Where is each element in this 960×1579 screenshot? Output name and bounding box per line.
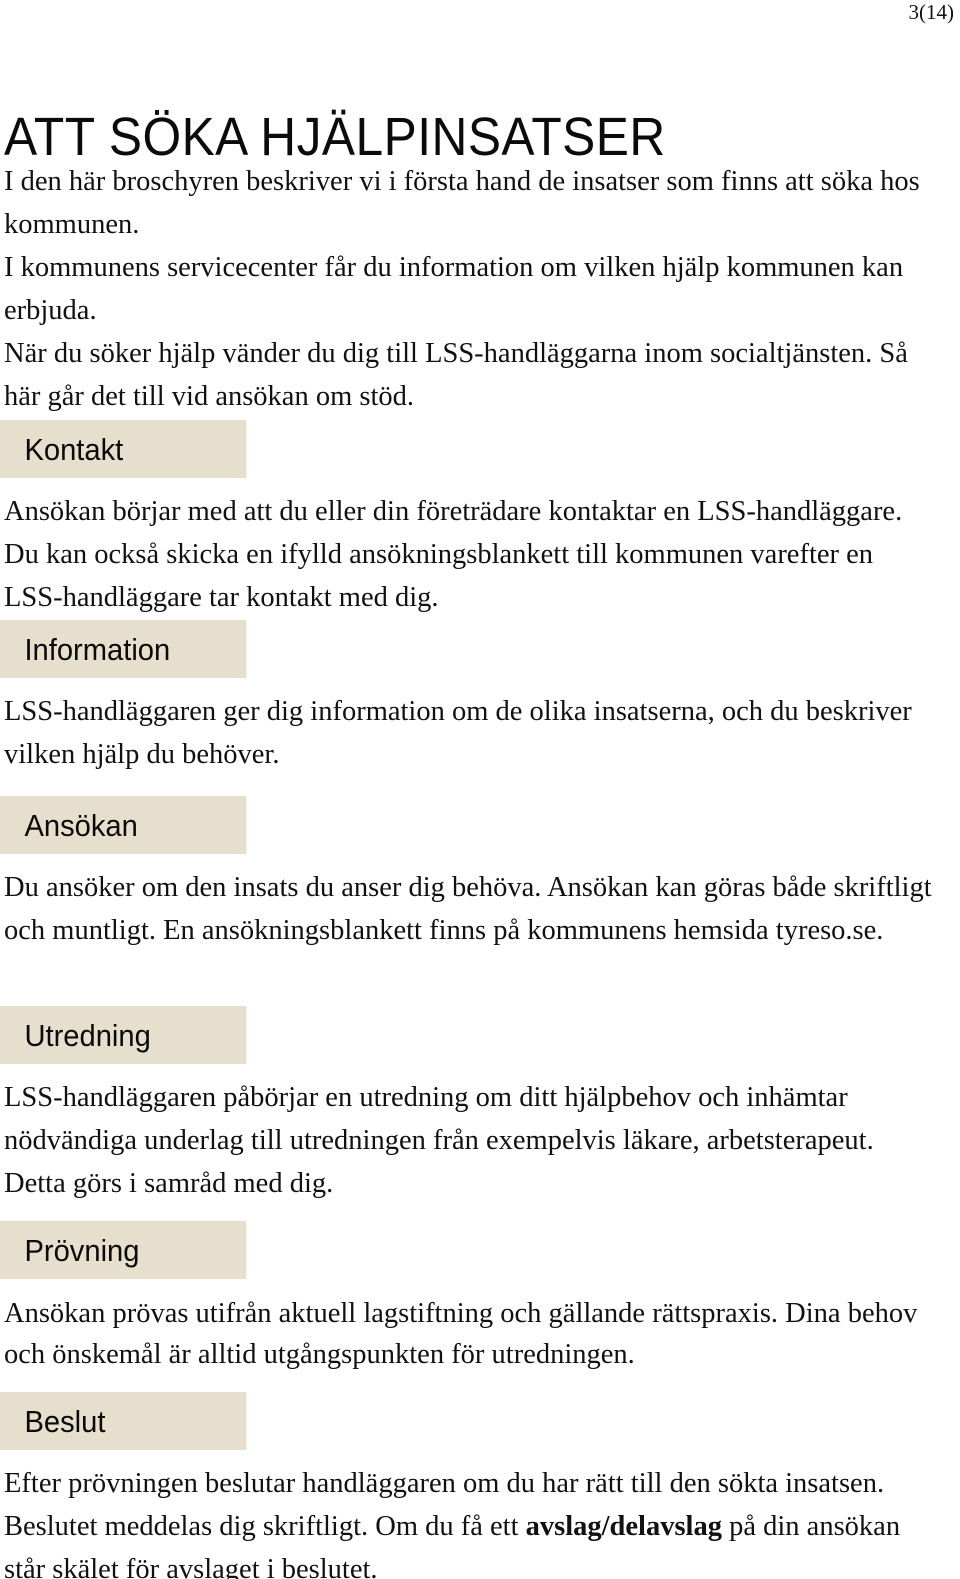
intro-paragraph-2: I kommunens servicecenter får du informa… [4,252,904,326]
section-heading-provning: Prövning [0,1221,247,1279]
intro-block: I den här broschyren beskriver vi i förs… [4,160,934,418]
section-body-utredning: LSS-handläggaren påbörjar en utredning o… [4,1082,874,1199]
section-provning: Prövning Ansökan prövas utifrån aktuell … [0,1221,960,1375]
page-title: ATT SÖKA HJÄLPINSATSER [4,107,666,168]
intro-paragraph-1: I den här broschyren beskriver vi i förs… [4,166,920,240]
section-body-kontakt: Ansökan börjar med att du eller din före… [4,496,903,613]
section-ansokan: Ansökan Du ansöker om den insats du anse… [0,796,960,952]
page-number: 3(14) [908,0,955,24]
section-heading-kontakt: Kontakt [0,420,247,478]
section-beslut: Beslut Efter prövningen beslutar handläg… [0,1392,960,1579]
section-heading-utredning: Utredning [0,1006,247,1064]
section-utredning: Utredning LSS-handläggaren påbörjar en u… [0,1006,960,1205]
section-kontakt: Kontakt Ansökan börjar med att du eller … [0,420,960,619]
section-heading-beslut: Beslut [0,1392,247,1450]
section-information: Information LSS-handläggaren ger dig inf… [0,620,960,776]
section-body-beslut: Efter prövningen beslutar handläggaren o… [0,1462,934,1579]
intro-paragraph-3: När du söker hjälp vänder du dig till LS… [4,338,908,412]
section-heading-ansokan: Ansökan [0,796,247,854]
beslut-bold-term: avslag/delavslag [525,1511,722,1542]
section-body-ansokan: Du ansöker om den insats du anser dig be… [4,872,932,946]
section-body-provning: Ansökan prövas utifrån aktuell lagstiftn… [4,1298,918,1370]
section-body-information: LSS-handläggaren ger dig information om … [4,696,912,770]
document-page: 3(14) ATT SÖKA HJÄLPINSATSER I den här b… [0,0,960,1579]
section-heading-information: Information [0,620,247,678]
